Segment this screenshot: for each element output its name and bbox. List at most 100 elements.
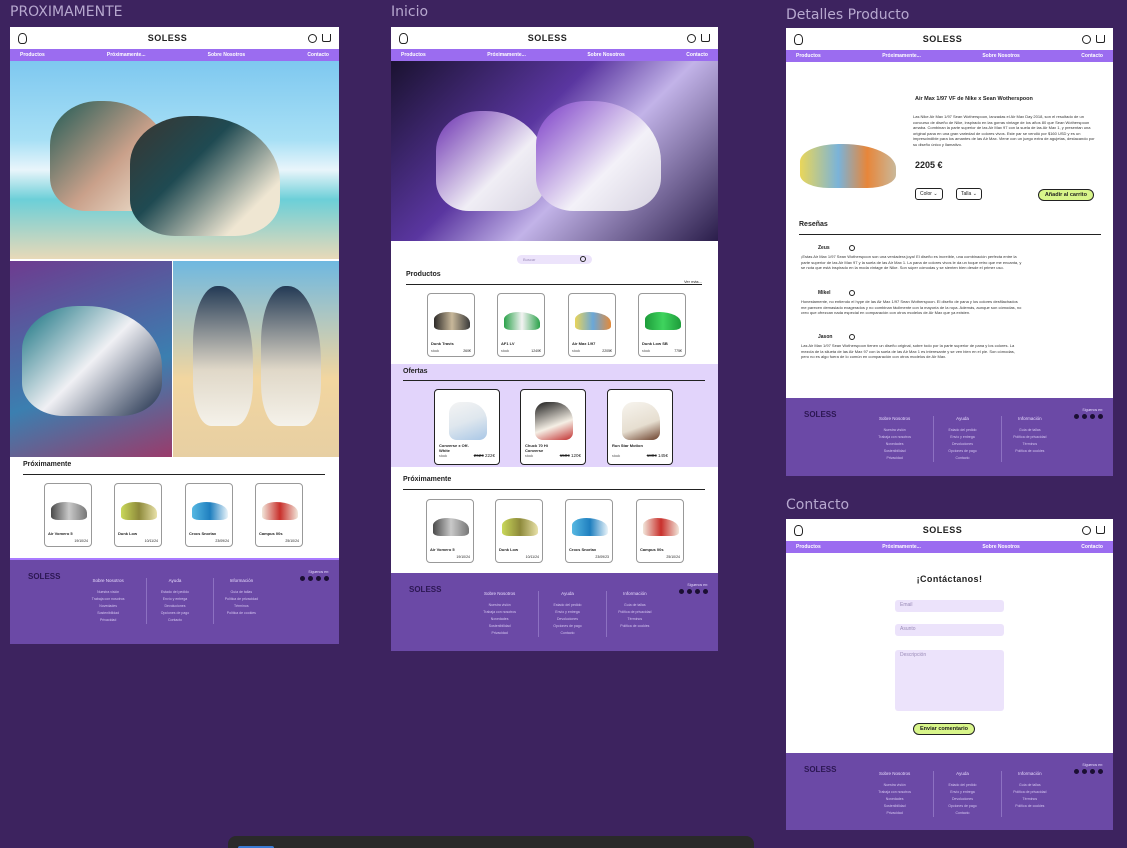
footer-link[interactable]: Sostenibilidad: [80, 610, 136, 617]
footer-link[interactable]: Contacto: [934, 455, 990, 462]
subject-field[interactable]: Asunto: [895, 624, 1004, 636]
footer-link[interactable]: Estado del pedido: [147, 589, 202, 596]
footer-link[interactable]: Devoluciones: [539, 616, 595, 623]
footer-link[interactable]: Contacto: [147, 617, 202, 624]
mascot-logo-icon[interactable]: [794, 33, 803, 45]
user-icon[interactable]: [686, 33, 696, 43]
send-comment-button[interactable]: Enviar comentario: [913, 723, 975, 735]
footer-link[interactable]: Devoluciones: [934, 441, 990, 448]
footer-link[interactable]: Guía de tallas: [214, 589, 269, 596]
user-icon[interactable]: [1081, 34, 1091, 44]
footer-link[interactable]: Trabaja con nosotros: [866, 434, 923, 441]
footer-link[interactable]: Devoluciones: [934, 796, 990, 803]
threads-icon[interactable]: [316, 576, 321, 581]
search-input[interactable]: Buscar: [523, 257, 535, 262]
footer-link[interactable]: Política de privacidad: [214, 596, 269, 603]
footer-link[interactable]: Nuestra visión: [471, 602, 528, 609]
footer-link[interactable]: Nuestra visión: [80, 589, 136, 596]
nav-sobre-nosotros[interactable]: Sobre Nosotros: [982, 53, 1020, 59]
footer-link[interactable]: Política de cookies: [1002, 448, 1058, 455]
footer-link[interactable]: Contacto: [539, 630, 595, 637]
footer-link[interactable]: Contacto: [934, 810, 990, 817]
search-bar[interactable]: Buscar: [517, 255, 592, 264]
footer-link[interactable]: Opciones de pago: [934, 448, 990, 455]
product-card[interactable]: AF1 LV stock 1240€: [497, 293, 545, 357]
instagram-icon[interactable]: [300, 576, 305, 581]
tiktok-icon[interactable]: [687, 589, 692, 594]
footer-link[interactable]: Sostenibilidad: [471, 623, 528, 630]
footer-link[interactable]: Envío y entrega: [934, 434, 990, 441]
footer-link[interactable]: Política de cookies: [214, 610, 269, 617]
footer-link[interactable]: Guía de tallas: [1002, 782, 1058, 789]
footer-link[interactable]: Trabaja con nosotros: [80, 596, 136, 603]
nav-sobre-nosotros[interactable]: Sobre Nosotros: [982, 544, 1020, 550]
footer-link[interactable]: Estado del pedido: [539, 602, 595, 609]
nav-contacto[interactable]: Contacto: [1081, 53, 1103, 59]
email-field[interactable]: Email: [895, 600, 1004, 612]
footer-link[interactable]: Términos: [1002, 796, 1058, 803]
footer-link[interactable]: Envío y entrega: [934, 789, 990, 796]
tiktok-icon[interactable]: [1082, 414, 1087, 419]
nav-proximamente[interactable]: Próximamente...: [882, 53, 921, 59]
product-card[interactable]: Dunk Low 10/11/24: [114, 483, 162, 547]
footer-link[interactable]: Estado del pedido: [934, 782, 990, 789]
offer-card[interactable]: Run Star Motion stock 180€ 145€: [607, 389, 673, 465]
footer-link[interactable]: Guía de tallas: [1002, 427, 1058, 434]
footer-link[interactable]: Envío y entrega: [539, 609, 595, 616]
mascot-logo-icon[interactable]: [794, 524, 803, 536]
product-card[interactable]: Air Max 1/97 stock 2205€: [568, 293, 616, 357]
tiktok-icon[interactable]: [1082, 769, 1087, 774]
threads-icon[interactable]: [1090, 769, 1095, 774]
instagram-icon[interactable]: [1074, 414, 1079, 419]
footer-link[interactable]: Trabaja con nosotros: [866, 789, 923, 796]
user-icon[interactable]: [307, 33, 317, 43]
footer-link[interactable]: Opciones de pago: [539, 623, 595, 630]
product-card[interactable]: Air Vomero 5 19/10/24: [44, 483, 92, 547]
nav-proximamente[interactable]: Próximamente...: [882, 544, 921, 550]
nav-productos[interactable]: Productos: [20, 52, 45, 58]
mascot-logo-icon[interactable]: [18, 32, 27, 44]
youtube-icon[interactable]: [1098, 414, 1103, 419]
add-to-cart-button[interactable]: Añadir al carrito: [1037, 189, 1094, 201]
footer-link[interactable]: Novedades: [80, 603, 136, 610]
nav-productos[interactable]: Productos: [401, 52, 426, 58]
footer-link[interactable]: Trabaja con nosotros: [471, 609, 528, 616]
size-select[interactable]: Talla ⌄: [956, 188, 982, 200]
cart-icon[interactable]: [700, 33, 710, 42]
mascot-logo-icon[interactable]: [399, 32, 408, 44]
cart-icon[interactable]: [1095, 525, 1105, 534]
footer-link[interactable]: Política de privacidad: [1002, 434, 1058, 441]
footer-link[interactable]: Privacidad: [866, 455, 923, 462]
brand-logo[interactable]: SOLESS: [923, 525, 963, 535]
footer-link[interactable]: Novedades: [471, 616, 528, 623]
nav-proximamente[interactable]: Próximamente...: [487, 52, 526, 58]
footer-link[interactable]: Estado del pedido: [934, 427, 990, 434]
description-textarea[interactable]: Descripción: [895, 650, 1004, 711]
footer-link[interactable]: Novedades: [866, 441, 923, 448]
footer-link[interactable]: Sostenibilidad: [866, 448, 923, 455]
product-card[interactable]: Campus 00s 25/10/24: [255, 483, 303, 547]
product-card[interactable]: Dunk Low 10/11/24: [495, 499, 543, 563]
footer-link[interactable]: Guía de tallas: [607, 602, 663, 609]
footer-link[interactable]: Política de cookies: [607, 623, 663, 630]
footer-link[interactable]: Opciones de pago: [934, 803, 990, 810]
footer-link[interactable]: Términos: [607, 616, 663, 623]
nav-sobre-nosotros[interactable]: Sobre Nosotros: [208, 52, 246, 58]
threads-icon[interactable]: [695, 589, 700, 594]
nav-productos[interactable]: Productos: [796, 53, 821, 59]
tiktok-icon[interactable]: [308, 576, 313, 581]
nav-contacto[interactable]: Contacto: [1081, 544, 1103, 550]
footer-link[interactable]: Privacidad: [471, 630, 528, 637]
nav-productos[interactable]: Productos: [796, 544, 821, 550]
product-card[interactable]: Dunk Low SB stock 775€: [638, 293, 686, 357]
brand-logo[interactable]: SOLESS: [923, 34, 963, 44]
footer-link[interactable]: Privacidad: [80, 617, 136, 624]
footer-link[interactable]: Términos: [214, 603, 269, 610]
footer-link[interactable]: Novedades: [866, 796, 923, 803]
offer-card[interactable]: Chuck 70 Hi Converse stock 150€ 120€: [520, 389, 586, 465]
product-card[interactable]: Campus 00s 25/10/24: [636, 499, 684, 563]
footer-link[interactable]: Nuestra visión: [866, 427, 923, 434]
footer-link[interactable]: Nuestra visión: [866, 782, 923, 789]
cart-icon[interactable]: [1095, 34, 1105, 43]
nav-proximamente[interactable]: Próximamente...: [107, 52, 146, 58]
